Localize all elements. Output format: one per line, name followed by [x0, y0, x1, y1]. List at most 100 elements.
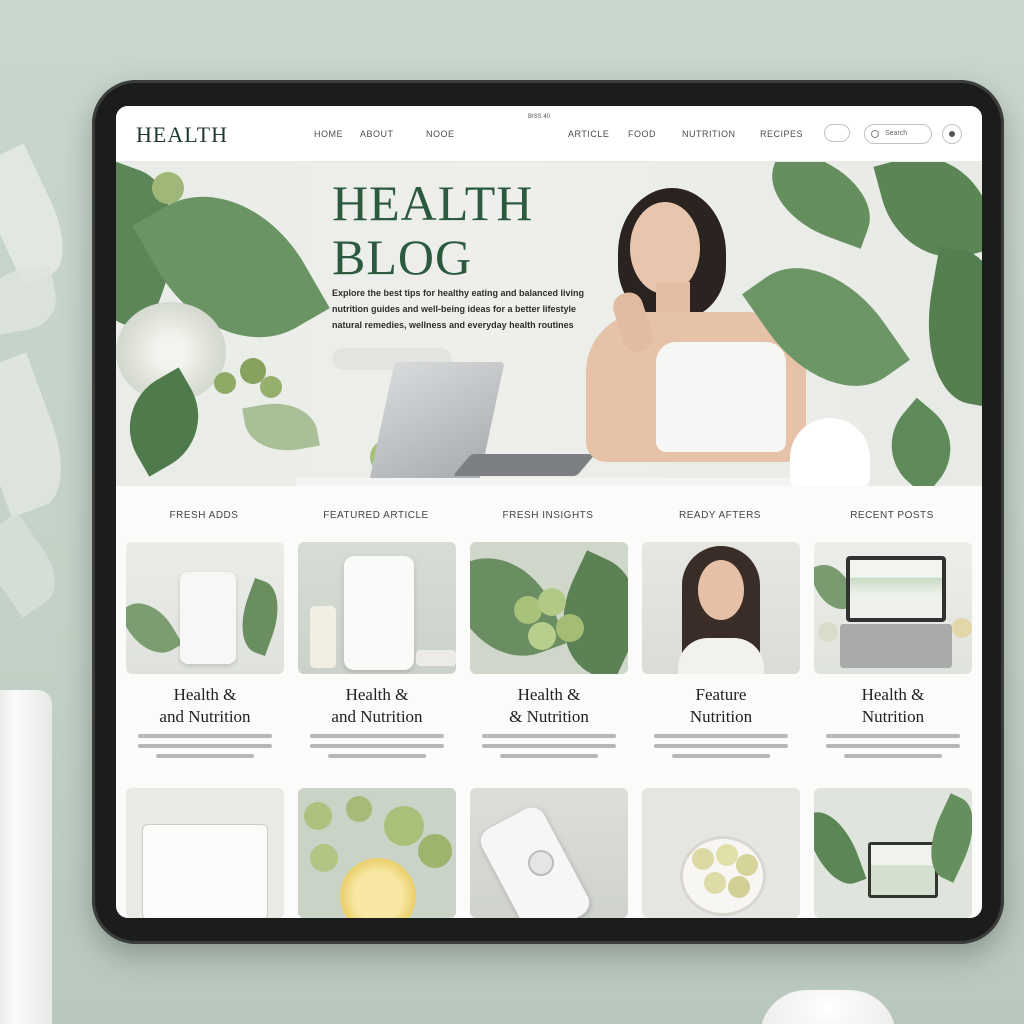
hero-title: HEALTH BLOG	[332, 176, 533, 284]
card-excerpt-line	[844, 754, 942, 758]
green-fruit	[704, 872, 726, 894]
card-excerpt-line	[310, 734, 444, 738]
section-label-3[interactable]: FRESH INSIGHTS	[478, 510, 618, 521]
search-input[interactable]: Search	[864, 124, 932, 144]
card-title[interactable]: Health & and Nutrition	[126, 684, 284, 728]
hero-fruit	[214, 372, 236, 394]
thumbnail-image[interactable]	[814, 788, 972, 918]
menu-pill[interactable]	[824, 124, 850, 142]
nav-link-more[interactable]: NOOE	[426, 129, 455, 139]
card-image[interactable]	[642, 542, 800, 674]
green-fruit	[952, 618, 972, 638]
lemon-slice	[340, 858, 416, 918]
green-fruit	[716, 844, 738, 866]
laptop-keyboard	[840, 624, 952, 668]
card-excerpt-line	[654, 744, 788, 748]
card-leaf	[231, 577, 284, 657]
nav-link-article[interactable]: ARTICLE	[568, 129, 609, 139]
hero-woman-top	[656, 342, 786, 452]
card-excerpt-line	[654, 734, 788, 738]
hero-laptop-base	[452, 454, 596, 476]
card-title-line2: Nutrition	[689, 707, 753, 726]
decor-leaf	[0, 264, 61, 336]
thumbnail-document	[142, 824, 268, 918]
supplement-bottle	[344, 556, 414, 670]
section-label-1[interactable]: FRESH ADDS	[134, 510, 274, 521]
card-image[interactable]	[470, 542, 628, 674]
card-excerpt-line	[500, 754, 598, 758]
card-title[interactable]: Health & Nutrition	[814, 684, 972, 728]
card-image[interactable]	[298, 542, 456, 674]
card-title-line1: Health &	[173, 685, 237, 704]
hero-chair	[790, 418, 870, 486]
hero-leaf	[913, 246, 982, 408]
supplement-bottle-small	[310, 606, 336, 668]
green-fruit	[728, 876, 750, 898]
computer-mouse	[760, 990, 896, 1024]
hero-title-line1: HEALTH	[332, 175, 534, 231]
card-title-line2: & Nutrition	[509, 707, 589, 726]
green-fruit	[384, 806, 424, 846]
card-image[interactable]	[814, 542, 972, 674]
card-title-line2: and Nutrition	[159, 707, 251, 726]
nav-link-food[interactable]: FOOD	[628, 129, 656, 139]
decor-leaf	[0, 143, 79, 287]
hero-fruit	[152, 172, 184, 204]
hero-desk	[296, 478, 856, 486]
decor-leaf	[0, 352, 78, 518]
laptop-screen	[868, 842, 938, 898]
hero-leaf	[871, 397, 971, 486]
search-icon	[871, 130, 879, 138]
hero-woman-face	[630, 202, 700, 294]
hero-text-line3: natural remedies, wellness and everyday …	[332, 320, 574, 330]
card-title-line2: Nutrition	[861, 707, 925, 726]
nav-link-home[interactable]: HOME	[314, 129, 343, 139]
thumbnail-image[interactable]	[470, 788, 628, 918]
card-title[interactable]: Health & and Nutrition	[298, 684, 456, 728]
section-label-4[interactable]: READY AFTERS	[650, 510, 790, 521]
card-title-line1: Health &	[517, 685, 581, 704]
decor-leaf	[0, 512, 69, 618]
thumbnail-image[interactable]	[298, 788, 456, 918]
card-leaf	[126, 592, 183, 664]
hero-leaf	[242, 396, 320, 458]
thumbnail-image[interactable]	[642, 788, 800, 918]
bottle	[0, 690, 52, 1024]
laptop-screen-content	[871, 845, 935, 895]
green-fruit	[556, 614, 584, 642]
card-title-line2: and Nutrition	[331, 707, 423, 726]
green-fruit	[528, 622, 556, 650]
card-excerpt-line	[826, 734, 960, 738]
card-leaf	[814, 803, 867, 893]
portrait-face	[698, 560, 744, 620]
card-title-line1: Health &	[861, 685, 925, 704]
portrait-shoulders	[678, 638, 764, 674]
hero-text-line1: Explore the best tips for healthy eating…	[332, 288, 585, 298]
card-excerpt-line	[672, 754, 770, 758]
thumbnail-image[interactable]	[126, 788, 284, 918]
account-button[interactable]	[942, 124, 962, 144]
nav-link-recipes[interactable]: RECIPES	[760, 129, 803, 139]
search-placeholder: Search	[885, 130, 908, 137]
green-fruit	[418, 834, 452, 868]
green-fruit	[692, 848, 714, 870]
card-title[interactable]: Health & & Nutrition	[470, 684, 628, 728]
green-fruit	[736, 854, 758, 876]
card-image[interactable]	[126, 542, 284, 674]
card-excerpt-line	[156, 754, 254, 758]
hero-leaf	[757, 162, 885, 249]
card-excerpt-line	[138, 734, 272, 738]
card-title-line1: Health &	[345, 685, 409, 704]
nav-link-nutrition[interactable]: NUTRITION	[682, 129, 736, 139]
green-fruit	[818, 622, 838, 642]
section-label-2[interactable]: FEATURED ARTICLE	[306, 510, 446, 521]
site-logo[interactable]: HEALTH	[136, 122, 228, 148]
card-title[interactable]: Feature Nutrition	[642, 684, 800, 728]
section-label-5[interactable]: RECENT POSTS	[822, 510, 962, 521]
green-fruit	[538, 588, 566, 616]
nav-link-about[interactable]: ABOUT	[360, 129, 394, 139]
hero-fruit	[260, 376, 282, 398]
card-excerpt-line	[138, 744, 272, 748]
card-excerpt-line	[482, 744, 616, 748]
tablet-screen: HEALTH BISS 40 HOME ABOUT NOOE ARTICLE F…	[116, 106, 982, 918]
